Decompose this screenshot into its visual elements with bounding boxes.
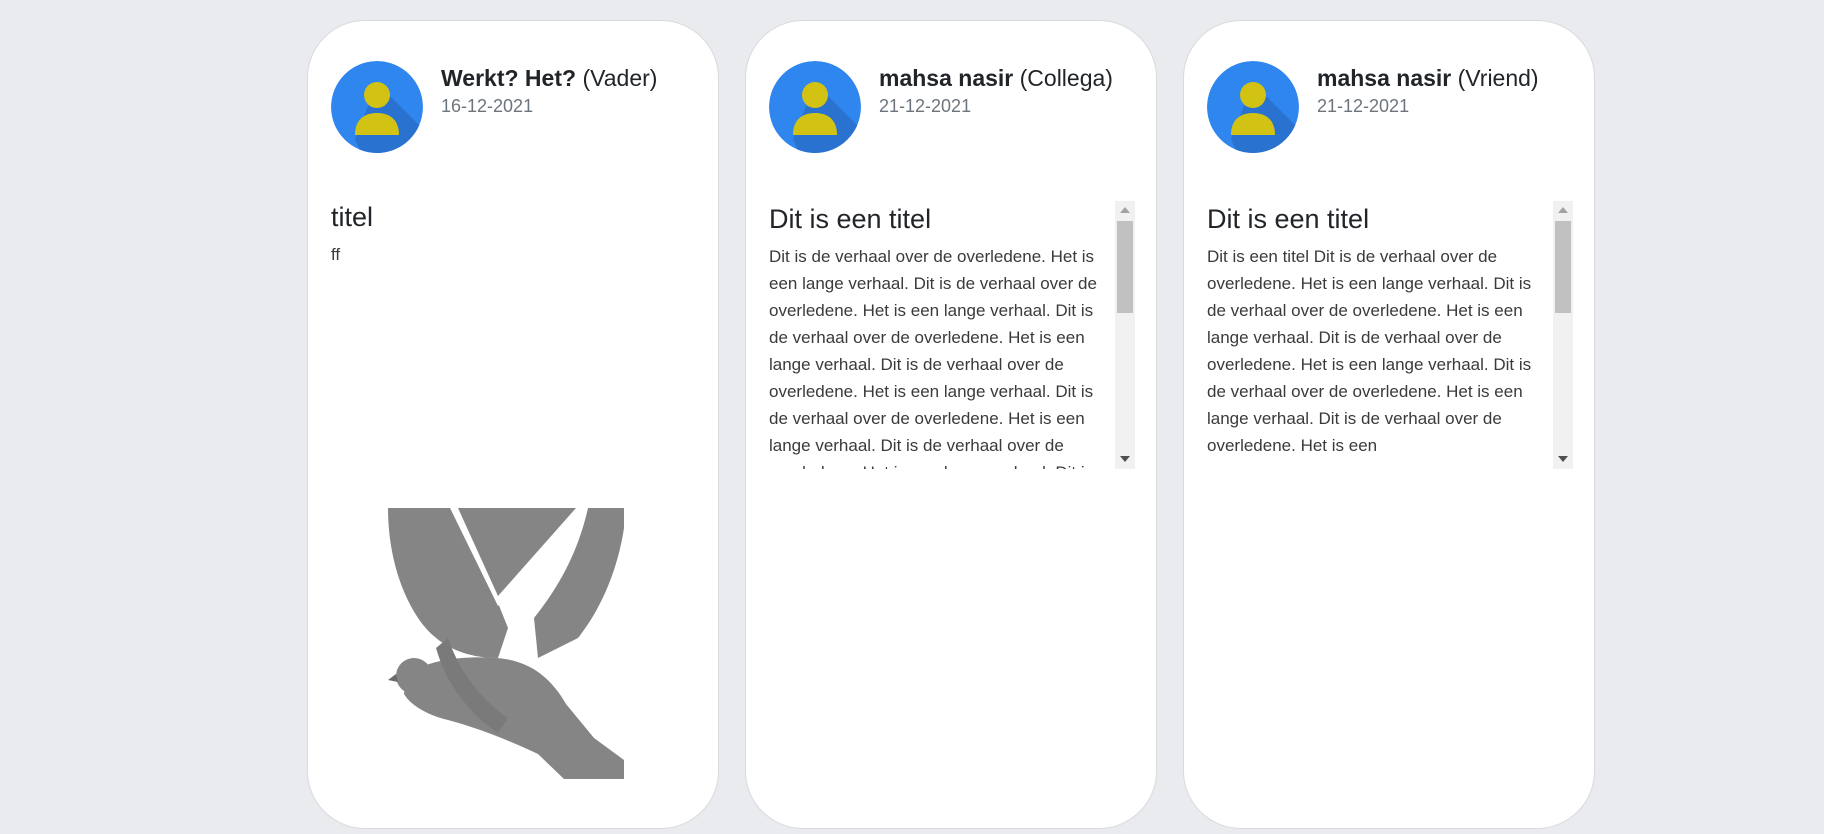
author-meta: mahsa nasir (Collega) 21-12-2021 [879, 63, 1113, 118]
author-meta: mahsa nasir (Vriend) 21-12-2021 [1317, 63, 1539, 118]
story-scrollbar[interactable] [1553, 201, 1573, 469]
author-line: Werkt? Het? (Vader) [441, 63, 657, 93]
story-box[interactable]: Dit is een titel Dit is een titel Dit is… [1207, 201, 1573, 469]
author-relation: (Vriend) [1457, 65, 1539, 91]
card-header: mahsa nasir (Vriend) 21-12-2021 [1207, 61, 1539, 153]
story-text: Dit is een titel Dit is de verhaal over … [1207, 247, 1532, 455]
author-name: mahsa nasir [1317, 65, 1452, 91]
author-line: mahsa nasir (Vriend) [1317, 63, 1539, 93]
user-avatar-icon [769, 61, 861, 153]
author-name: mahsa nasir [879, 65, 1014, 91]
card-header: Werkt? Het? (Vader) 16-12-2021 [331, 61, 657, 153]
memorial-card: Werkt? Het? (Vader) 16-12-2021 titel ff [307, 20, 719, 829]
dove-icon [388, 508, 624, 779]
author-line: mahsa nasir (Collega) [879, 63, 1113, 93]
card-title: Dit is een titel [1207, 204, 1370, 234]
author-name: Werkt? Het? [441, 65, 577, 91]
card-title: titel [331, 202, 374, 232]
author-relation: (Vader) [582, 65, 658, 91]
scrollbar-thumb[interactable] [1117, 221, 1133, 313]
user-avatar-icon [331, 61, 423, 153]
scroll-up-arrow-icon[interactable] [1558, 207, 1568, 213]
scroll-down-arrow-icon[interactable] [1558, 456, 1568, 462]
user-avatar-icon [1207, 61, 1299, 153]
memorial-card: mahsa nasir (Vriend) 21-12-2021 Dit is e… [1183, 20, 1595, 829]
story-scrollbar[interactable] [1115, 201, 1135, 469]
memorial-card: mahsa nasir (Collega) 21-12-2021 Dit is … [745, 20, 1157, 829]
card-title: Dit is een titel [769, 204, 932, 234]
scroll-up-arrow-icon[interactable] [1120, 207, 1130, 213]
card-header: mahsa nasir (Collega) 21-12-2021 [769, 61, 1113, 153]
scrollbar-thumb[interactable] [1555, 221, 1571, 313]
card-body: ff [331, 245, 341, 264]
author-meta: Werkt? Het? (Vader) 16-12-2021 [441, 63, 657, 118]
memorial-cards: Werkt? Het? (Vader) 16-12-2021 titel ff [307, 20, 1595, 829]
scroll-down-arrow-icon[interactable] [1120, 456, 1130, 462]
post-date: 16-12-2021 [441, 96, 534, 116]
story-box[interactable]: Dit is een titel Dit is de verhaal over … [769, 201, 1135, 469]
author-relation: (Collega) [1019, 65, 1113, 91]
post-date: 21-12-2021 [879, 96, 972, 116]
story-text: Dit is de verhaal over de overledene. He… [769, 247, 1097, 469]
post-date: 21-12-2021 [1317, 96, 1410, 116]
